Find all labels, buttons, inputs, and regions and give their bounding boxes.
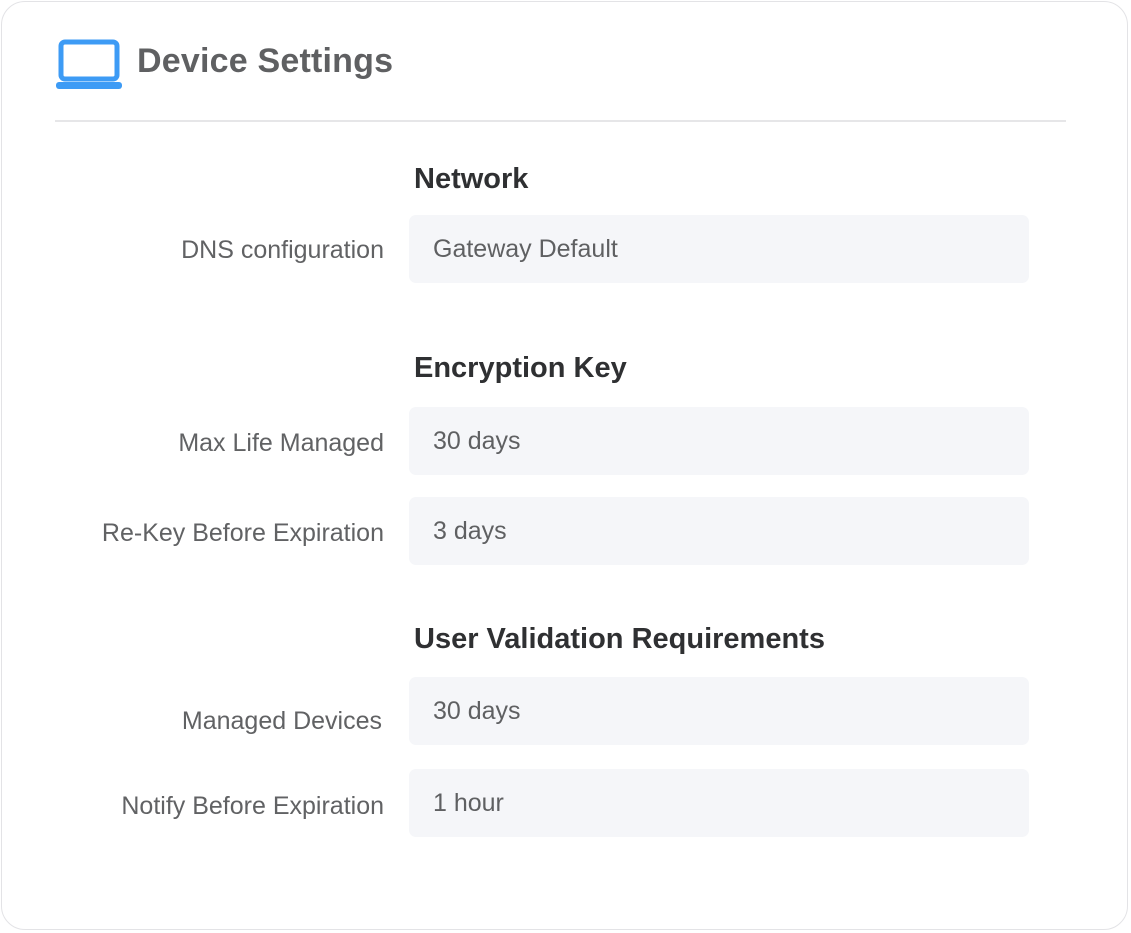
notify-before-expiration-value: 1 hour: [433, 788, 504, 817]
notify-before-expiration-label: Notify Before Expiration: [121, 792, 384, 820]
section-title-network: Network: [414, 163, 529, 195]
rekey-before-expiration-value: 3 days: [433, 516, 507, 545]
max-life-managed-label: Max Life Managed: [178, 429, 384, 457]
managed-devices-value: 30 days: [433, 696, 521, 725]
dns-configuration-label: DNS configuration: [181, 236, 384, 264]
section-title-encryption-key: Encryption Key: [414, 352, 627, 384]
managed-devices-field[interactable]: 30 days: [409, 677, 1029, 745]
notify-before-expiration-field[interactable]: 1 hour: [409, 769, 1029, 837]
rekey-before-expiration-field[interactable]: 3 days: [409, 497, 1029, 565]
laptop-icon: [56, 39, 122, 89]
rekey-before-expiration-label: Re-Key Before Expiration: [101, 519, 384, 547]
max-life-managed-value: 30 days: [433, 426, 521, 455]
header-divider: [55, 120, 1066, 122]
section-title-user-validation: User Validation Requirements: [414, 623, 825, 655]
dns-configuration-value: Gateway Default: [433, 234, 618, 263]
dns-configuration-field[interactable]: Gateway Default: [409, 215, 1029, 283]
managed-devices-label: Managed Devices: [181, 707, 382, 735]
max-life-managed-field[interactable]: 30 days: [409, 407, 1029, 475]
card-header: [56, 36, 122, 92]
page-title: Device Settings: [137, 42, 394, 80]
